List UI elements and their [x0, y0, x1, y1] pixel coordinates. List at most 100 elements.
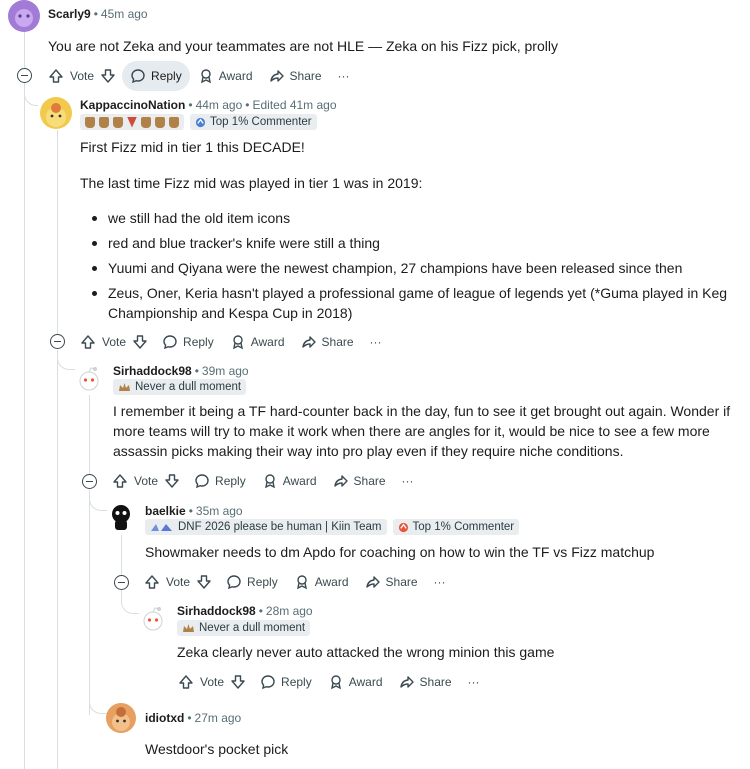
avatar[interactable]	[106, 502, 136, 532]
thread-line-root	[24, 30, 25, 769]
trophy-icon	[127, 116, 137, 128]
collapse-button[interactable]	[82, 474, 97, 489]
trophy-icon	[169, 116, 179, 128]
upvote-icon[interactable]	[80, 334, 96, 350]
timestamp[interactable]: 35m ago	[196, 504, 243, 518]
avatar[interactable]	[8, 0, 40, 32]
avatar-icon	[15, 9, 33, 27]
vote-group: Vote	[138, 567, 218, 597]
share-button[interactable]: Share	[325, 466, 394, 496]
share-icon	[333, 475, 348, 487]
reply-button[interactable]: Reply	[252, 667, 320, 697]
timestamp[interactable]: 28m ago	[266, 604, 313, 618]
timestamp[interactable]: 39m ago	[202, 364, 249, 378]
avatar[interactable]	[74, 363, 104, 393]
award-icon	[330, 675, 341, 690]
top-commenter-flair: Top 1% Commenter	[392, 519, 520, 535]
reply-button[interactable]: Reply	[186, 466, 254, 496]
vote-label: Vote	[200, 675, 225, 689]
comment-icon	[195, 474, 209, 489]
achievement-badges	[80, 114, 184, 130]
share-icon	[269, 70, 284, 82]
username[interactable]: baelkie	[145, 504, 186, 518]
timestamp[interactable]: 44m ago	[196, 98, 243, 112]
reply-button[interactable]: Reply	[154, 327, 222, 357]
award-button[interactable]: Award	[222, 327, 293, 357]
avatar[interactable]	[40, 97, 72, 129]
thread-curve	[89, 700, 107, 714]
username[interactable]: Scarly9	[48, 7, 91, 21]
list-item: Zeus, Oner, Keria hasn't played a profes…	[86, 283, 736, 323]
username[interactable]: Sirhaddock98	[113, 364, 192, 378]
collapse-button[interactable]	[17, 68, 32, 83]
timestamp[interactable]: 27m ago	[195, 711, 242, 725]
share-button[interactable]: Share	[261, 61, 330, 91]
comment-body: You are not Zeka and your teammates are …	[48, 38, 558, 54]
thread-curve	[24, 92, 38, 106]
upvote-icon[interactable]	[178, 674, 194, 690]
share-button[interactable]: Share	[357, 567, 426, 597]
avatar-icon	[112, 505, 130, 530]
crown-icon	[183, 623, 194, 632]
badge-icon	[195, 117, 206, 127]
badge-icon	[398, 522, 408, 532]
crown-icon	[119, 382, 130, 391]
reply-button[interactable]: Reply	[122, 61, 190, 91]
vote-group: Vote	[42, 61, 122, 91]
comment-icon	[227, 575, 241, 590]
more-options-button[interactable]: ···	[394, 466, 422, 496]
award-icon	[200, 69, 211, 84]
downvote-icon[interactable]	[132, 334, 148, 350]
comment-paragraph: The last time Fizz mid was played in tie…	[80, 175, 423, 191]
downvote-icon[interactable]	[196, 574, 212, 590]
trophy-icon	[99, 116, 109, 128]
vote-label: Vote	[166, 575, 191, 589]
avatar-icon	[112, 707, 130, 731]
more-options-button[interactable]: ···	[362, 327, 390, 357]
award-icon	[264, 474, 275, 489]
thread-curve	[89, 497, 107, 511]
share-button[interactable]: Share	[391, 667, 460, 697]
share-icon	[399, 676, 414, 688]
collapse-button[interactable]	[114, 575, 129, 590]
award-button[interactable]: Award	[320, 667, 391, 697]
thread-line-l1	[57, 130, 58, 340]
thread-curve	[57, 356, 75, 370]
award-button[interactable]: Award	[286, 567, 357, 597]
user-flair: DNF 2026 please be human | Kiin Team	[145, 519, 387, 535]
more-options-button[interactable]: ···	[460, 667, 488, 697]
downvote-icon[interactable]	[164, 473, 180, 489]
award-button[interactable]: Award	[190, 61, 261, 91]
user-flair: Never a dull moment	[113, 379, 247, 395]
award-button[interactable]: Award	[254, 466, 325, 496]
comment-icon	[261, 675, 275, 690]
trophy-icon	[113, 116, 123, 128]
username[interactable]: idiotxd	[145, 711, 184, 725]
upvote-icon[interactable]	[48, 68, 64, 84]
avatar[interactable]	[106, 703, 136, 733]
reply-button[interactable]: Reply	[218, 567, 286, 597]
upvote-icon[interactable]	[144, 574, 160, 590]
downvote-icon[interactable]	[100, 68, 116, 84]
edited-label: Edited 41m ago	[252, 98, 337, 112]
timestamp[interactable]: 45m ago	[101, 7, 148, 21]
trophy-icon	[85, 116, 95, 128]
share-button[interactable]: Share	[293, 327, 362, 357]
comment-paragraph: First Fizz mid in tier 1 this DECADE!	[80, 139, 305, 155]
vote-label: Vote	[70, 69, 95, 83]
username[interactable]: Sirhaddock98	[177, 604, 256, 618]
more-options-button[interactable]: ···	[330, 61, 358, 91]
vote-label: Vote	[134, 474, 159, 488]
comment-body: Westdoor's pocket pick	[145, 741, 289, 757]
vote-group: Vote	[74, 327, 154, 357]
vote-group: Vote	[106, 466, 186, 496]
avatar[interactable]	[138, 603, 168, 633]
upvote-icon[interactable]	[112, 473, 128, 489]
more-options-button[interactable]: ···	[426, 567, 454, 597]
downvote-icon[interactable]	[230, 674, 246, 690]
collapse-button[interactable]	[50, 334, 65, 349]
comment-body: Zeka clearly never auto attacked the wro…	[177, 644, 555, 660]
top-commenter-flair: Top 1% Commenter	[190, 114, 317, 130]
list-item: we still had the old item icons	[86, 208, 736, 228]
username[interactable]: KappaccinoNation	[80, 98, 185, 112]
